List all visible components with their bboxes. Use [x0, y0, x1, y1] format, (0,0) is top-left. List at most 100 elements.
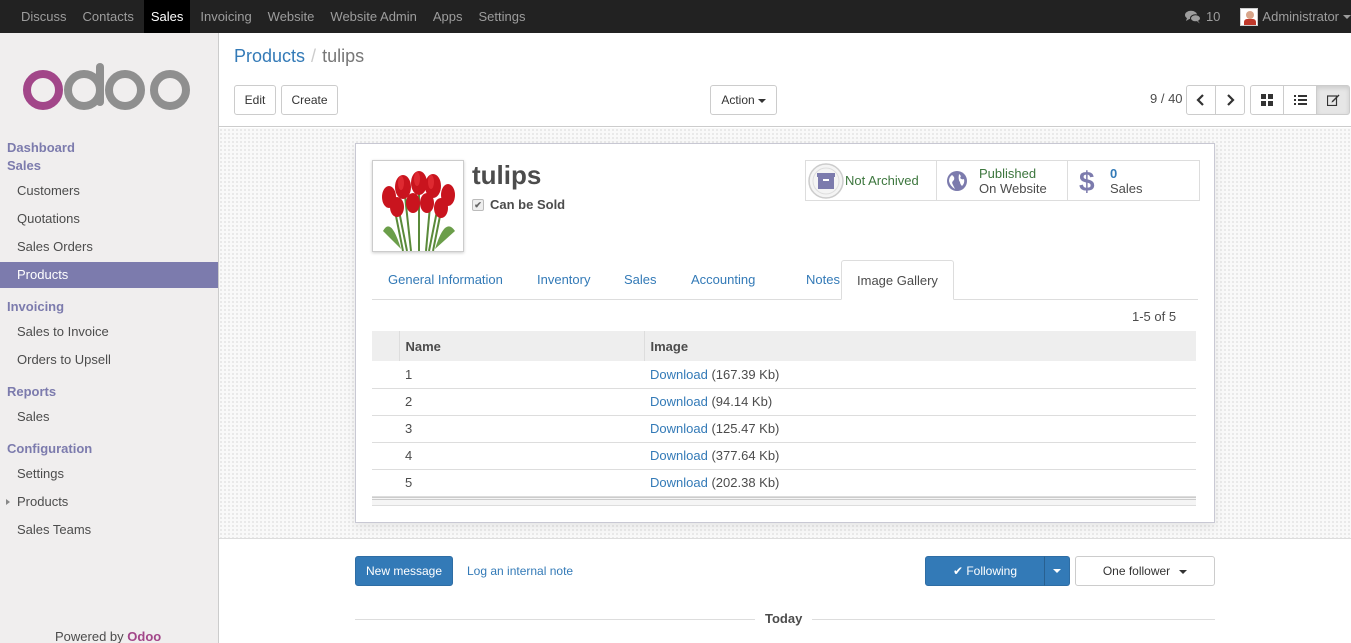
menu-sales[interactable]: Sales: [143, 0, 191, 33]
log-note-link[interactable]: Log an internal note: [467, 564, 573, 578]
row-select-cell: [372, 361, 399, 389]
sidebar-item-products[interactable]: Products: [0, 262, 218, 288]
tab-sales[interactable]: Sales: [609, 260, 672, 300]
archive-toggle-button[interactable]: Not Archived: [806, 161, 937, 200]
gallery-pager[interactable]: 1-5 of 5: [1132, 309, 1176, 324]
action-dropdown[interactable]: Action: [710, 85, 777, 115]
form-view-button[interactable]: [1316, 85, 1350, 115]
menu-website[interactable]: Website: [260, 0, 323, 33]
file-size: (202.38 Kb): [711, 475, 780, 490]
dollar-icon: $: [1079, 167, 1095, 195]
app-menu: Discuss Contacts Sales Invoicing Website…: [13, 0, 534, 33]
product-image[interactable]: [372, 160, 464, 252]
menu-apps[interactable]: Apps: [425, 0, 471, 33]
breadcrumb-separator: /: [311, 46, 317, 66]
download-link[interactable]: Download: [650, 394, 708, 409]
breadcrumb-current: tulips: [322, 46, 365, 66]
table-row[interactable]: 2 Download (94.14 Kb): [372, 388, 1196, 416]
tab-accounting[interactable]: Accounting: [676, 260, 770, 300]
tab-general-information[interactable]: General Information: [373, 260, 518, 300]
sidebar-heading-dashboard[interactable]: Dashboard: [7, 140, 75, 155]
can-be-sold-checkbox: ✔ Can be Sold: [472, 197, 565, 212]
archive-icon: [808, 162, 844, 199]
messages-button[interactable]: 10: [1184, 9, 1221, 24]
kanban-view-button[interactable]: [1250, 85, 1284, 115]
row-name: 5: [399, 469, 644, 497]
menu-discuss[interactable]: Discuss: [13, 0, 75, 33]
sales-count: 0: [1110, 165, 1118, 181]
breadcrumb-products[interactable]: Products: [234, 46, 305, 66]
new-message-button[interactable]: New message: [355, 556, 453, 586]
sidebar-item-settings[interactable]: Settings: [0, 461, 218, 487]
row-name: 1: [399, 361, 644, 389]
odoo-logo[interactable]: [22, 63, 192, 114]
sidebar-item-reports-sales[interactable]: Sales: [0, 404, 218, 430]
table-footer: [372, 496, 1196, 506]
create-button[interactable]: Create: [281, 85, 338, 115]
row-image: Download (125.47 Kb): [644, 415, 1196, 443]
globe-icon: [947, 170, 967, 191]
download-link[interactable]: Download: [650, 475, 708, 490]
column-header-name[interactable]: Name: [398, 331, 644, 361]
edit-button[interactable]: Edit: [234, 85, 276, 115]
product-name: tulips: [472, 160, 542, 190]
comments-icon: [1184, 10, 1201, 23]
menu-settings[interactable]: Settings: [471, 0, 534, 33]
published-sub: On Website: [979, 180, 1047, 196]
file-size: (167.39 Kb): [711, 366, 780, 382]
pager-next-button[interactable]: [1215, 85, 1245, 115]
menu-invoicing[interactable]: Invoicing: [192, 0, 259, 33]
website-publish-button[interactable]: Published On Website: [937, 161, 1068, 200]
pager-previous-button[interactable]: [1186, 85, 1216, 115]
sidebar-item-sales-to-invoice[interactable]: Sales to Invoice: [0, 319, 218, 345]
edit-icon: [1326, 94, 1339, 107]
table-row[interactable]: 4 Download (377.64 Kb): [372, 442, 1196, 470]
table-row[interactable]: 1 Download (167.39 Kb): [372, 361, 1196, 389]
sidebar-item-orders-to-upsell[interactable]: Orders to Upsell: [0, 347, 218, 373]
action-label: Action: [721, 93, 755, 107]
sidebar-item-quotations[interactable]: Quotations: [0, 206, 218, 232]
menu-contacts[interactable]: Contacts: [75, 0, 142, 33]
tab-image-gallery[interactable]: Image Gallery: [841, 260, 954, 300]
published-status: Published On Website: [979, 166, 1047, 196]
control-panel: Products / tulips Edit Create Action 9 / 4…: [219, 33, 1351, 127]
file-size: (94.14 Kb): [711, 394, 773, 409]
notebook-tabs: General Information Inventory Sales Acco…: [372, 260, 1198, 300]
sidebar-heading-invoicing[interactable]: Invoicing: [7, 299, 64, 314]
sales-stat-button[interactable]: $ 0 Sales: [1068, 161, 1199, 200]
sidebar-item-sales-teams[interactable]: Sales Teams: [0, 517, 218, 543]
sidebar-item-label: Products: [17, 494, 69, 509]
row-image: Download (94.14 Kb): [644, 388, 1196, 416]
sidebar-heading-reports[interactable]: Reports: [7, 384, 56, 399]
row-image: Download (167.39 Kb): [644, 361, 1196, 389]
menu-website-admin[interactable]: Website Admin: [322, 0, 424, 33]
download-link[interactable]: Download: [650, 448, 708, 463]
tab-inventory[interactable]: Inventory: [522, 260, 605, 300]
row-image: Download (202.38 Kb): [644, 469, 1196, 497]
following-button[interactable]: ✔ Following: [925, 556, 1045, 586]
avatar: [1240, 7, 1259, 26]
powered-by-text: Powered by: [55, 629, 124, 643]
download-link[interactable]: Download: [650, 367, 708, 382]
follow-options-dropdown[interactable]: [1044, 556, 1070, 586]
svg-text:$: $: [1079, 167, 1095, 195]
table-row[interactable]: 5 Download (202.38 Kb): [372, 469, 1196, 497]
sidebar-item-customers[interactable]: Customers: [0, 178, 218, 204]
sales-label: Sales: [1110, 180, 1143, 196]
list-view-button[interactable]: [1283, 85, 1317, 115]
sidebar-item-config-products[interactable]: Products: [0, 489, 218, 515]
sidebar-item-sales-orders[interactable]: Sales Orders: [0, 234, 218, 260]
messages-count: 10: [1205, 9, 1221, 24]
followers-dropdown[interactable]: One follower: [1075, 556, 1215, 586]
column-header-image[interactable]: Image: [643, 331, 1196, 361]
download-link[interactable]: Download: [650, 421, 708, 436]
breadcrumb: Products / tulips: [234, 46, 364, 67]
user-menu[interactable]: Administrator: [1240, 7, 1351, 26]
sidebar-heading-sales[interactable]: Sales: [7, 158, 41, 173]
form-sheet: tulips ✔ Can be Sold Not Archived Publis…: [355, 143, 1215, 523]
sidebar-heading-configuration[interactable]: Configuration: [7, 441, 92, 456]
row-name: 3: [399, 415, 644, 443]
powered-by-brand[interactable]: Odoo: [127, 629, 161, 643]
table-row[interactable]: 3 Download (125.47 Kb): [372, 415, 1196, 443]
caret-down-icon: [1343, 14, 1351, 19]
